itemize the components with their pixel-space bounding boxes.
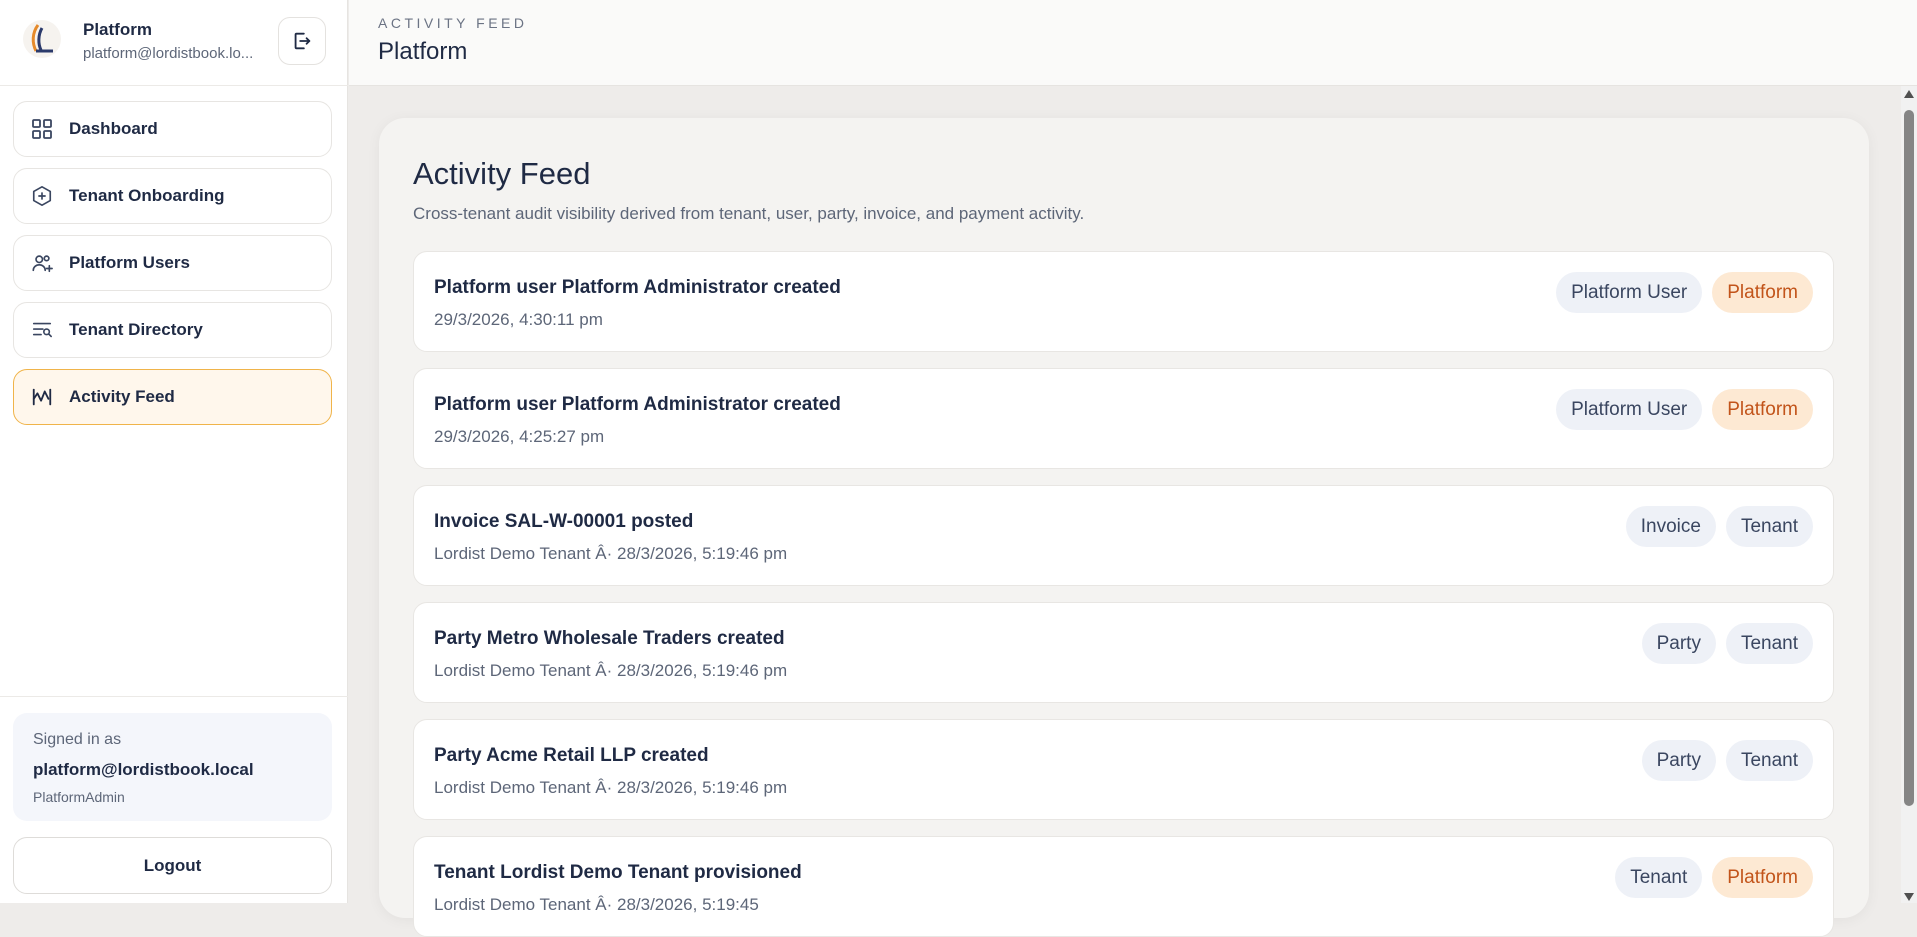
tag-badge: Party (1641, 623, 1716, 664)
tag-badge: Platform (1712, 857, 1813, 898)
sidebar-item-tenant-onboarding[interactable]: Tenant Onboarding (13, 168, 332, 224)
brand-name: Platform (83, 20, 152, 39)
sidebar: Platform platform@lordistbook.lo... Dash… (0, 0, 348, 903)
activity-title: Party Metro Wholesale Traders created (434, 628, 785, 649)
sidebar-item-label: Tenant Onboarding (69, 186, 225, 205)
activity-feed-panel: Activity Feed Cross-tenant audit visibil… (379, 118, 1869, 937)
activity-title: Platform user Platform Administrator cre… (434, 394, 841, 415)
tag-badge: Platform User (1556, 272, 1703, 313)
activity-meta: Lordist Demo Tenant Â· 28/3/2026, 5:19:4… (434, 895, 759, 914)
activity-item: Party Metro Wholesale Traders created Lo… (413, 602, 1834, 703)
activity-item: Party Acme Retail LLP created Lordist De… (413, 719, 1834, 820)
tag-badge: Platform (1712, 389, 1813, 430)
page-eyebrow: ACTIVITY FEED (378, 15, 528, 31)
scrollbar-thumb[interactable] (1904, 110, 1914, 806)
sidebar-item-label: Tenant Directory (69, 320, 203, 339)
tag-badge: Tenant (1725, 506, 1813, 547)
activity-title: Platform user Platform Administrator cre… (434, 277, 841, 298)
sidebar-item-activity-feed[interactable]: Activity Feed (13, 369, 332, 425)
tag-badge: Party (1641, 740, 1716, 781)
section-subtitle: Cross-tenant audit visibility derived fr… (413, 204, 1085, 223)
activity-meta: 29/3/2026, 4:25:27 pm (434, 427, 605, 446)
tag-badge: Tenant (1725, 740, 1813, 781)
signed-in-label: Signed in as (33, 731, 122, 748)
signed-in-role: PlatformAdmin (33, 789, 125, 805)
scroll-down-arrow-icon[interactable] (1904, 893, 1914, 901)
sidebar-item-label: Activity Feed (69, 387, 175, 406)
users-plus-icon (31, 252, 53, 274)
activity-title: Tenant Lordist Demo Tenant provisioned (434, 862, 802, 883)
sidebar-divider (0, 696, 348, 697)
activity-meta: Lordist Demo Tenant Â· 28/3/2026, 5:19:4… (434, 778, 788, 797)
activity-meta: Lordist Demo Tenant Â· 28/3/2026, 5:19:4… (434, 544, 788, 563)
sidebar-item-platform-users[interactable]: Platform Users (13, 235, 332, 291)
activity-item: Invoice SAL-W-00001 posted Lordist Demo … (413, 485, 1834, 586)
page-title: Platform (378, 38, 468, 65)
vertical-scrollbar[interactable] (1901, 86, 1917, 903)
scroll-up-arrow-icon[interactable] (1904, 90, 1914, 98)
signed-in-email: platform@lordistbook.local (33, 760, 254, 779)
sidebar-item-tenant-directory[interactable]: Tenant Directory (13, 302, 332, 358)
activity-meta: 29/3/2026, 4:30:11 pm (434, 310, 603, 329)
tag-badge: Tenant (1615, 857, 1703, 898)
list-filter-icon (31, 319, 53, 341)
activity-icon (31, 386, 53, 408)
switch-context-button[interactable] (278, 17, 326, 65)
section-title: Activity Feed (413, 156, 591, 191)
hexagon-plus-icon (31, 185, 53, 207)
grid-icon (31, 118, 53, 140)
sidebar-item-label: Platform Users (69, 253, 190, 272)
page-header: ACTIVITY FEED Platform (349, 0, 1917, 86)
activity-item: Platform user Platform Administrator cre… (413, 368, 1834, 469)
logout-button[interactable]: Logout (13, 837, 332, 894)
activity-item: Tenant Lordist Demo Tenant provisioned L… (413, 836, 1834, 937)
sidebar-item-dashboard[interactable]: Dashboard (13, 101, 332, 157)
tag-badge: Invoice (1625, 506, 1716, 547)
logo-icon (23, 20, 61, 58)
tag-badge: Platform (1712, 272, 1813, 313)
tag-badge: Tenant (1725, 623, 1813, 664)
exit-icon (294, 32, 311, 50)
activity-title: Invoice SAL-W-00001 posted (434, 511, 694, 532)
activity-title: Party Acme Retail LLP created (434, 745, 709, 766)
sidebar-item-label: Dashboard (69, 119, 158, 138)
signed-in-panel: Signed in as platform@lordistbook.local … (13, 713, 332, 821)
brand-email: platform@lordistbook.lo... (83, 45, 254, 62)
activity-item: Platform user Platform Administrator cre… (413, 251, 1834, 352)
brand-header: Platform platform@lordistbook.lo... (0, 0, 348, 86)
tag-badge: Platform User (1556, 389, 1703, 430)
activity-meta: Lordist Demo Tenant Â· 28/3/2026, 5:19:4… (434, 661, 788, 680)
